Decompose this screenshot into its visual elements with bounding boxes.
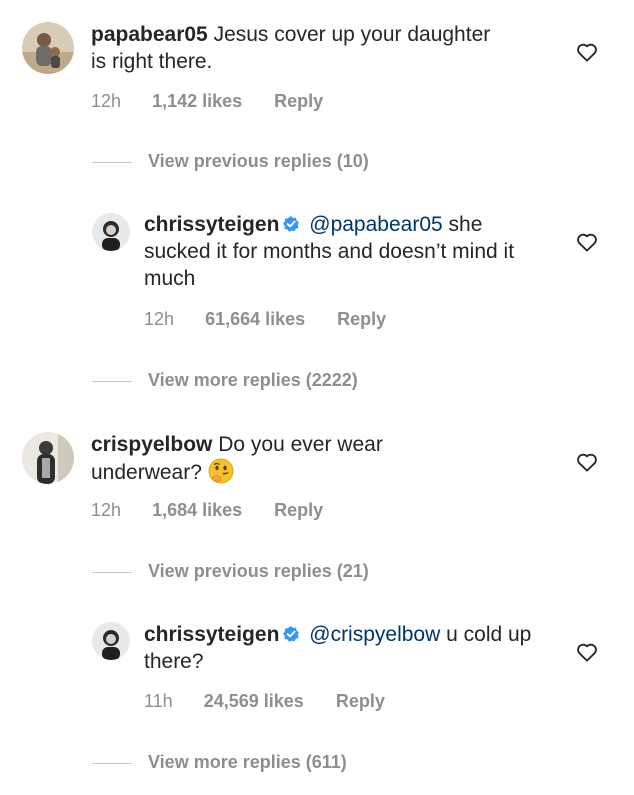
view-replies-label[interactable]: View previous replies (10): [148, 151, 369, 171]
divider-line: [92, 380, 132, 382]
like-heart-icon[interactable]: [576, 232, 598, 252]
comment-time: 12h: [144, 309, 175, 329]
like-heart-icon[interactable]: [576, 452, 598, 472]
comment-likes[interactable]: 61,664 likes: [205, 309, 305, 330]
avatar[interactable]: [92, 213, 130, 251]
comment-meta: 12h 1,684 likes Reply: [91, 500, 323, 521]
divider-line: [92, 161, 132, 163]
comment-username[interactable]: chrissyteigen: [144, 623, 279, 646]
view-replies-label[interactable]: View more replies (611): [148, 752, 347, 772]
like-heart-icon[interactable]: [576, 642, 598, 662]
comment-meta: 11h 24,569 likes Reply: [144, 691, 385, 712]
comment-text: chrissyteigen @papabear05 she sucked it …: [144, 211, 544, 292]
view-previous-replies[interactable]: View previous replies (10): [92, 151, 369, 172]
avatar[interactable]: [22, 432, 74, 484]
divider-line: [92, 762, 132, 764]
verified-badge-icon: [283, 626, 300, 642]
mention-link[interactable]: @crispyelbow: [309, 623, 440, 646]
view-previous-replies[interactable]: View previous replies (21): [92, 561, 369, 582]
comment-likes[interactable]: 1,684 likes: [152, 500, 242, 521]
like-heart-icon[interactable]: [576, 42, 598, 62]
reply-button[interactable]: Reply: [336, 691, 385, 712]
avatar[interactable]: [92, 622, 130, 660]
comment-username[interactable]: chrissyteigen: [144, 213, 279, 236]
view-replies-label[interactable]: View more replies (2222): [148, 370, 358, 390]
mention-link[interactable]: @papabear05: [309, 213, 442, 236]
comment-text: crispyelbow Do you ever wear underwear?: [91, 431, 491, 486]
comment-time: 12h: [91, 91, 122, 111]
comment-time: 11h: [144, 691, 173, 711]
view-replies-label[interactable]: View previous replies (21): [148, 561, 369, 581]
comment-username[interactable]: crispyelbow: [91, 433, 212, 456]
comment-username[interactable]: papabear05: [91, 23, 208, 46]
comment-meta: 12h 1,142 likes Reply: [91, 91, 323, 112]
comment-likes[interactable]: 24,569 likes: [204, 691, 304, 712]
avatar[interactable]: [22, 22, 74, 74]
divider-line: [92, 571, 132, 573]
reply-button[interactable]: Reply: [337, 309, 386, 330]
view-more-replies[interactable]: View more replies (2222): [92, 370, 358, 391]
thinking-face-emoji-icon: [208, 458, 234, 484]
view-more-replies[interactable]: View more replies (611): [92, 752, 347, 773]
reply-button[interactable]: Reply: [274, 91, 323, 112]
comment-likes[interactable]: 1,142 likes: [152, 91, 242, 112]
comment-meta: 12h 61,664 likes Reply: [144, 309, 386, 330]
comment-text: papabear05 Jesus cover up your daughter …: [91, 21, 491, 75]
reply-button[interactable]: Reply: [274, 500, 323, 521]
verified-badge-icon: [283, 216, 300, 232]
comment-time: 12h: [91, 500, 122, 520]
comment-text: chrissyteigen @crispyelbow u cold up the…: [144, 621, 544, 675]
